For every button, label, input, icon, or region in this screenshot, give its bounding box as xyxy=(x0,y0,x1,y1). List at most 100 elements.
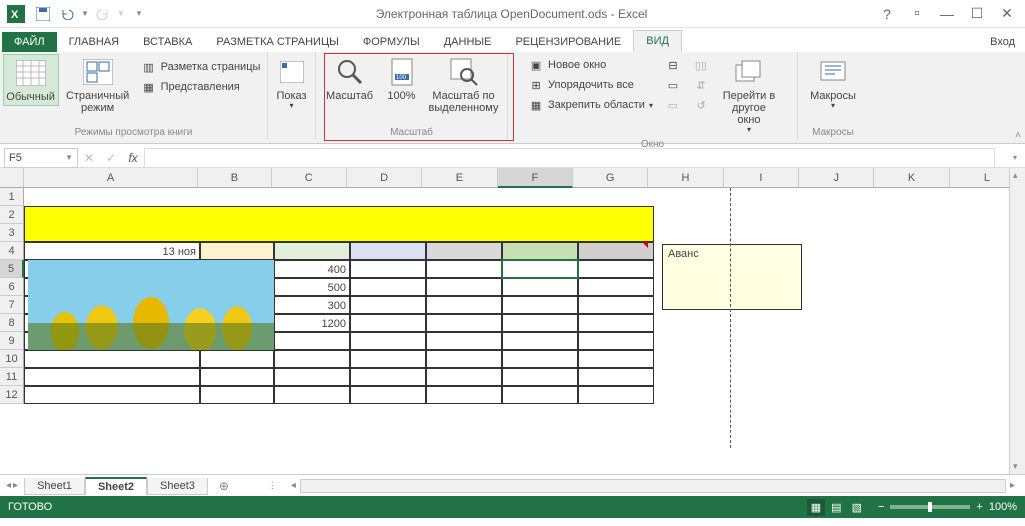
scroll-left-icon[interactable]: ◂ xyxy=(287,480,300,491)
cell-D5[interactable] xyxy=(350,260,426,278)
cell-C8[interactable]: 1200 xyxy=(274,314,350,332)
cell-B10[interactable] xyxy=(200,350,274,368)
minimize-button[interactable]: — xyxy=(933,3,961,25)
redo-dropdown-icon[interactable]: ▼ xyxy=(116,3,126,25)
col-header-C[interactable]: C xyxy=(272,168,347,188)
cell-D9[interactable] xyxy=(350,332,426,350)
zoom-slider[interactable] xyxy=(890,505,970,509)
zoom-level[interactable]: 100% xyxy=(989,501,1017,513)
close-button[interactable]: ✕ xyxy=(993,3,1021,25)
row-header-5[interactable]: 5 xyxy=(0,260,24,278)
tab-view[interactable]: ВИД xyxy=(633,30,682,52)
cell-D4[interactable] xyxy=(350,242,426,260)
row-header-9[interactable]: 9 xyxy=(0,332,24,350)
zoom-button[interactable]: Масштаб xyxy=(322,54,378,104)
tab-formulas[interactable]: ФОРМУЛЫ xyxy=(351,32,432,52)
row-header-10[interactable]: 10 xyxy=(0,350,24,368)
cell-G7[interactable] xyxy=(578,296,654,314)
col-header-A[interactable]: A xyxy=(24,168,198,188)
ribbon-display-button[interactable]: ▫ xyxy=(903,3,931,25)
expand-formula-bar-icon[interactable]: ▾ xyxy=(1009,153,1021,162)
row-header-6[interactable]: 6 xyxy=(0,278,24,296)
cell-E6[interactable] xyxy=(426,278,502,296)
normal-view-button[interactable]: Обычный xyxy=(3,54,59,106)
page-layout-button[interactable]: ▥Разметка страницы xyxy=(137,58,265,76)
tab-home[interactable]: ГЛАВНАЯ xyxy=(57,32,131,52)
name-box[interactable]: F5▼ xyxy=(4,148,78,168)
cell-A10[interactable] xyxy=(24,350,200,368)
col-header-H[interactable]: H xyxy=(648,168,723,188)
page-break-view-button[interactable]: Страничный режим xyxy=(63,54,133,116)
merged-yellow[interactable] xyxy=(24,206,654,242)
cell-G9[interactable] xyxy=(578,332,654,350)
cell-D12[interactable] xyxy=(350,386,426,404)
cell-A11[interactable] xyxy=(24,368,200,386)
cell-F5[interactable] xyxy=(502,260,578,278)
macros-button[interactable]: Макросы▾ xyxy=(805,54,861,113)
show-button[interactable]: Показ▾ xyxy=(272,54,312,113)
cell-F10[interactable] xyxy=(502,350,578,368)
row-header-4[interactable]: 4 xyxy=(0,242,24,260)
cell-F8[interactable] xyxy=(502,314,578,332)
cell-E4[interactable] xyxy=(426,242,502,260)
view-normal-icon[interactable]: ▦ xyxy=(807,499,825,516)
sheet-nav-next-icon[interactable]: ▸ xyxy=(13,480,18,491)
tab-file[interactable]: ФАЙЛ xyxy=(2,32,57,52)
split-button[interactable]: ⊟ xyxy=(661,56,685,74)
tab-insert[interactable]: ВСТАВКА xyxy=(131,32,204,52)
hide-button[interactable]: ▭ xyxy=(661,76,685,94)
cell-D8[interactable] xyxy=(350,314,426,332)
cell-G8[interactable] xyxy=(578,314,654,332)
fx-icon[interactable]: fx xyxy=(122,148,144,168)
col-header-F[interactable]: F xyxy=(498,168,573,188)
cell-E12[interactable] xyxy=(426,386,502,404)
cell-F9[interactable] xyxy=(502,332,578,350)
enter-formula-icon[interactable]: ✓ xyxy=(100,148,122,168)
cell-G11[interactable] xyxy=(578,368,654,386)
image-tulips[interactable] xyxy=(28,260,274,350)
cell-E7[interactable] xyxy=(426,296,502,314)
cell-C5[interactable]: 400 xyxy=(274,260,350,278)
cell-G12[interactable] xyxy=(578,386,654,404)
col-header-G[interactable]: G xyxy=(573,168,648,188)
qat-customize-icon[interactable]: ▾ xyxy=(128,3,150,25)
col-header-J[interactable]: J xyxy=(799,168,874,188)
cell-E10[interactable] xyxy=(426,350,502,368)
cell-C10[interactable] xyxy=(274,350,350,368)
col-header-I[interactable]: I xyxy=(724,168,799,188)
cell-C7[interactable]: 300 xyxy=(274,296,350,314)
sheet-nav-prev-icon[interactable]: ◂ xyxy=(6,480,11,491)
save-icon[interactable] xyxy=(32,3,54,25)
undo-icon[interactable] xyxy=(56,3,78,25)
arrange-all-button[interactable]: ⊞Упорядочить все xyxy=(524,76,657,94)
view-page-layout-icon[interactable]: ▤ xyxy=(827,499,845,516)
row-header-3[interactable]: 3 xyxy=(0,224,24,242)
reset-pos-button[interactable]: ↺ xyxy=(689,96,713,114)
cell-C9[interactable] xyxy=(274,332,350,350)
col-header-E[interactable]: E xyxy=(422,168,497,188)
redo-icon[interactable] xyxy=(92,3,114,25)
scroll-right-icon[interactable]: ▸ xyxy=(1006,480,1019,491)
cell-E8[interactable] xyxy=(426,314,502,332)
cell-E9[interactable] xyxy=(426,332,502,350)
cell-F7[interactable] xyxy=(502,296,578,314)
tab-scroll-split-icon[interactable]: ⋮ xyxy=(264,480,281,491)
horizontal-scrollbar[interactable] xyxy=(300,479,1006,493)
cell-F6[interactable] xyxy=(502,278,578,296)
collapse-ribbon-icon[interactable]: ˄ xyxy=(1015,130,1021,141)
row-header-1[interactable]: 1 xyxy=(0,188,24,206)
cell-B12[interactable] xyxy=(200,386,274,404)
chevron-down-icon[interactable]: ▼ xyxy=(65,153,73,162)
sheet-tab-2[interactable]: Sheet2 xyxy=(85,477,147,496)
comment-popup[interactable]: Аванс xyxy=(662,244,802,310)
cell-E11[interactable] xyxy=(426,368,502,386)
cell-F11[interactable] xyxy=(502,368,578,386)
undo-dropdown-icon[interactable]: ▼ xyxy=(80,3,90,25)
zoom-out-button[interactable]: − xyxy=(878,501,884,513)
tab-review[interactable]: РЕЦЕНЗИРОВАНИЕ xyxy=(503,32,633,52)
cell-G6[interactable] xyxy=(578,278,654,296)
col-header-K[interactable]: K xyxy=(874,168,949,188)
cancel-formula-icon[interactable]: ✕ xyxy=(78,148,100,168)
zoom-100-button[interactable]: 100 100% xyxy=(382,54,422,104)
cell-B4[interactable] xyxy=(200,242,274,260)
